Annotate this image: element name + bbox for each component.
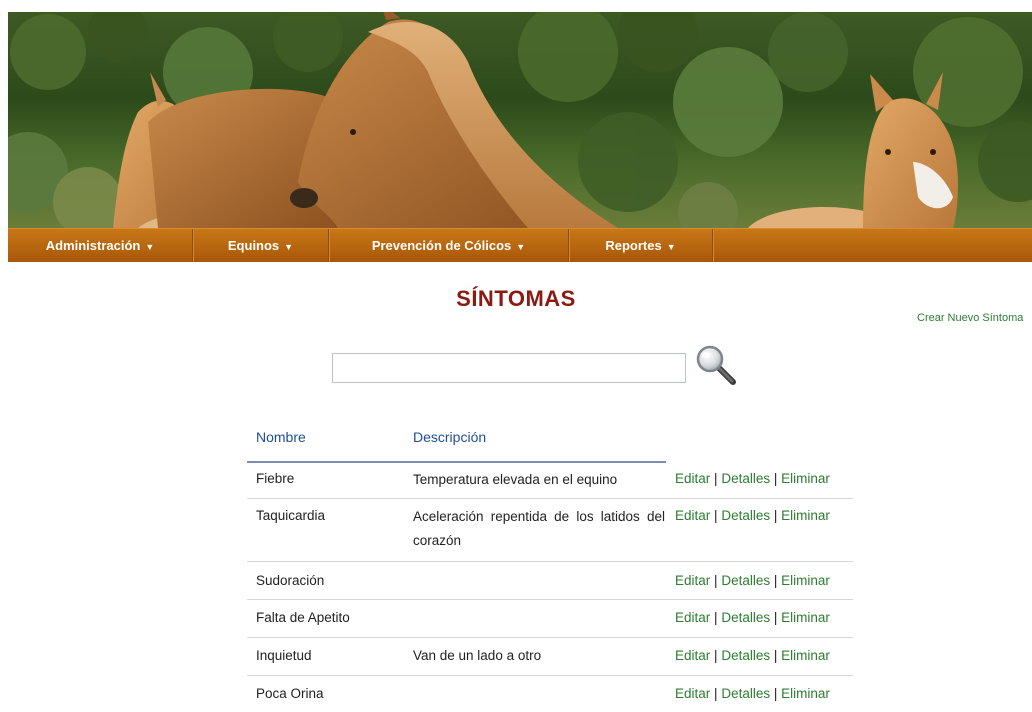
- action-separator: |: [773, 508, 778, 523]
- menu-administracion[interactable]: Administración ▼: [8, 229, 192, 262]
- details-link[interactable]: Detalles: [721, 573, 770, 588]
- action-separator: |: [714, 471, 718, 486]
- action-separator: |: [714, 686, 718, 701]
- triangle-down-icon: ▼: [145, 242, 155, 252]
- symptom-name: Fiebre: [256, 471, 295, 486]
- edit-link[interactable]: Editar: [675, 508, 710, 523]
- edit-link[interactable]: Editar: [675, 573, 710, 588]
- page-title: SÍNTOMAS: [456, 286, 576, 311]
- row-actions: Editar | Detalles | Eliminar: [675, 508, 830, 523]
- action-separator: |: [773, 648, 778, 663]
- delete-link[interactable]: Eliminar: [781, 610, 830, 625]
- symptom-name: Poca Orina: [256, 686, 324, 701]
- delete-link[interactable]: Eliminar: [781, 508, 830, 523]
- magnifier-icon: [696, 345, 736, 385]
- main-menu-bar: Administración ▼ Equinos ▼ Prevención de C…: [8, 228, 1032, 262]
- symptom-description: Temperatura elevada en el equino: [413, 472, 618, 487]
- table-row: Poca Orina Editar | Detalles | Eliminar: [247, 676, 853, 712]
- edit-link[interactable]: Editar: [675, 471, 710, 486]
- table-row: Sudoración Editar | Detalles | Eliminar: [247, 562, 853, 600]
- action-separator: |: [773, 686, 778, 701]
- edit-link[interactable]: Editar: [675, 686, 710, 701]
- row-actions: Editar | Detalles | Eliminar: [675, 686, 830, 701]
- action-separator: |: [773, 573, 778, 588]
- symptoms-table: Nombre Descripción Fiebre Temperatura el…: [247, 418, 853, 712]
- menu-prevencion-colicos[interactable]: Prevención de Cólicos ▼: [329, 229, 568, 262]
- symptom-description: Van de un lado a otro: [413, 648, 542, 663]
- row-actions: Editar | Detalles | Eliminar: [675, 573, 830, 588]
- row-actions: Editar | Detalles | Eliminar: [675, 648, 830, 663]
- search-input[interactable]: [332, 353, 686, 383]
- menu-item-label: Reportes: [605, 238, 662, 253]
- action-separator: |: [714, 508, 718, 523]
- action-separator: |: [714, 573, 718, 588]
- menu-equinos[interactable]: Equinos ▼: [193, 229, 328, 262]
- menu-item-label: Administración: [45, 238, 141, 253]
- header-banner: [8, 12, 1032, 228]
- symptom-name: Sudoración: [256, 573, 325, 588]
- column-header-name[interactable]: Nombre: [256, 429, 306, 445]
- details-link[interactable]: Detalles: [721, 508, 770, 523]
- horses-banner-image: [8, 12, 1032, 228]
- delete-link[interactable]: Eliminar: [781, 648, 830, 663]
- menu-item-label: Prevención de Cólicos: [371, 238, 512, 253]
- row-actions: Editar | Detalles | Eliminar: [675, 610, 830, 625]
- details-link[interactable]: Detalles: [721, 471, 770, 486]
- edit-link[interactable]: Editar: [675, 610, 710, 625]
- action-separator: |: [714, 610, 718, 625]
- action-separator: |: [773, 471, 778, 486]
- delete-link[interactable]: Eliminar: [781, 686, 830, 701]
- triangle-down-icon: ▼: [284, 242, 294, 252]
- triangle-down-icon: ▼: [666, 242, 676, 252]
- symptom-name: Taquicardia: [256, 508, 326, 523]
- column-header-description[interactable]: Descripción: [413, 429, 486, 445]
- symptom-description: Aceleración repentida de los latidos del…: [413, 509, 665, 548]
- row-actions: Editar | Detalles | Eliminar: [675, 471, 830, 486]
- delete-link[interactable]: Eliminar: [781, 471, 830, 486]
- edit-link[interactable]: Editar: [675, 648, 710, 663]
- action-separator: |: [714, 648, 718, 663]
- details-link[interactable]: Detalles: [721, 610, 770, 625]
- action-separator: |: [773, 610, 778, 625]
- table-row: Taquicardia Aceleración repentida de los…: [247, 499, 853, 562]
- menu-item-label: Equinos: [227, 238, 280, 253]
- search-button[interactable]: [695, 345, 739, 387]
- menu-divider: [712, 229, 713, 262]
- table-header: Nombre Descripción: [247, 418, 853, 463]
- details-link[interactable]: Detalles: [721, 686, 770, 701]
- table-row: Fiebre Temperatura elevada en el equino …: [247, 462, 853, 499]
- symptom-name: Falta de Apetito: [256, 610, 350, 625]
- triangle-down-icon: ▼: [516, 242, 526, 252]
- menu-reportes[interactable]: Reportes ▼: [569, 229, 712, 262]
- delete-link[interactable]: Eliminar: [781, 573, 830, 588]
- details-link[interactable]: Detalles: [721, 648, 770, 663]
- table-row: Falta de Apetito Editar | Detalles | Eli…: [247, 600, 853, 638]
- create-symptom-link[interactable]: Crear Nuevo Síntoma: [917, 312, 1023, 324]
- table-row: Inquietud Van de un lado a otro Editar |…: [247, 638, 853, 676]
- symptom-name: Inquietud: [256, 648, 312, 663]
